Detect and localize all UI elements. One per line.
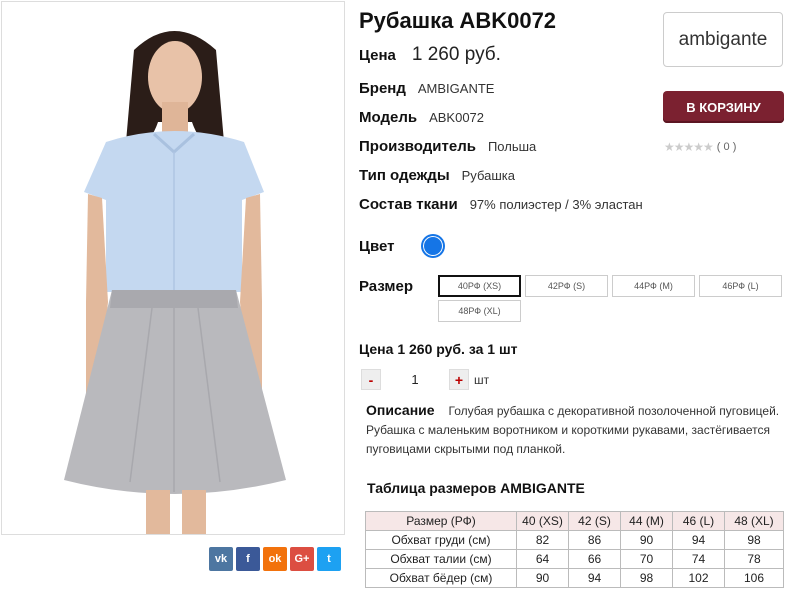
table-header-cell: Размер (РФ) (365, 511, 517, 531)
attribute-row-fabric: Состав ткани 97% полиэстер / 3% эластан (359, 196, 643, 213)
table-header-cell: 42 (S) (568, 511, 621, 531)
attribute-row-brand: Бренд AMBIGANTE (359, 80, 494, 97)
description: Описание Голубая рубашка с декоративной п… (366, 401, 786, 459)
attribute-row-manufacturer: Производитель Польша (359, 138, 536, 155)
attribute-label: Бренд (359, 80, 406, 97)
table-header-cell: 48 (XL) (724, 511, 784, 531)
table-cell: 98 (724, 530, 784, 550)
table-cell: 90 (516, 568, 569, 588)
product-photo[interactable] (1, 1, 345, 535)
odnoklassniki-share-icon[interactable]: ok (263, 547, 287, 571)
attribute-value: 97% полиэстер / 3% эластан (469, 197, 643, 212)
table-cell: 64 (516, 549, 569, 569)
table-cell: 94 (568, 568, 621, 588)
twitter-share-icon[interactable]: t (317, 547, 341, 571)
size-option-s[interactable]: 42РФ (S) (525, 275, 608, 297)
table-cell: 86 (568, 530, 621, 550)
quantity-increase-button[interactable]: + (449, 369, 469, 390)
size-option-m[interactable]: 44РФ (M) (612, 275, 695, 297)
attribute-value: Рубашка (461, 168, 515, 183)
social-share-bar: vk f ok G+ t (209, 547, 341, 571)
table-cell: 94 (672, 530, 725, 550)
brand-logo[interactable]: ambigante (663, 12, 783, 67)
table-cell: 74 (672, 549, 725, 569)
table-cell: 102 (672, 568, 725, 588)
table-cell: 66 (568, 549, 621, 569)
table-header-cell: 44 (M) (620, 511, 673, 531)
attribute-row-model: Модель ABK0072 (359, 109, 484, 126)
facebook-share-icon[interactable]: f (236, 547, 260, 571)
table-cell: 78 (724, 549, 784, 569)
table-cell: Обхват талии (см) (365, 549, 517, 569)
attribute-value: Польша (487, 139, 537, 154)
size-option-l[interactable]: 46РФ (L) (699, 275, 782, 297)
size-row: Размер (359, 278, 413, 295)
quantity-stepper: - 1 + шт (361, 369, 489, 390)
add-to-cart-button[interactable]: В КОРЗИНУ (663, 91, 784, 123)
table-header-cell: 40 (XS) (516, 511, 569, 531)
table-cell: 90 (620, 530, 673, 550)
price-label: Цена (359, 47, 396, 64)
product-image (2, 2, 344, 534)
price-value: 1 260 руб. (411, 44, 501, 65)
table-row: Обхват бёдер (см) 90 94 98 102 106 (365, 568, 784, 588)
unit-price: Цена 1 260 руб. за 1 шт (359, 341, 518, 357)
table-cell: 106 (724, 568, 784, 588)
size-option-xs[interactable]: 40РФ (XS) (438, 275, 521, 297)
quantity-unit: шт (474, 372, 490, 387)
table-cell: 98 (620, 568, 673, 588)
attribute-label: Состав ткани (359, 196, 458, 213)
rating[interactable]: ★★★★★ ( 0 ) (664, 140, 736, 154)
product-title: Рубашка ABK0072 (359, 8, 557, 33)
color-swatch[interactable] (421, 234, 445, 258)
table-row: Обхват талии (см) 64 66 70 74 78 (365, 549, 784, 569)
attribute-label: Модель (359, 109, 418, 126)
attribute-row-clothing-type: Тип одежды Рубашка (359, 167, 515, 184)
table-header-row: Размер (РФ) 40 (XS) 42 (S) 44 (M) 46 (L)… (365, 511, 784, 531)
table-row: Обхват груди (см) 82 86 90 94 98 (365, 530, 784, 550)
price-row: Цена 1 260 руб. (359, 44, 501, 66)
size-table-title: Таблица размеров AMBIGANTE (367, 480, 585, 496)
size-label: Размер (359, 278, 414, 295)
color-label: Цвет (359, 238, 395, 255)
size-table: Размер (РФ) 40 (XS) 42 (S) 44 (M) 46 (L)… (365, 511, 784, 588)
attribute-value: AMBIGANTE (417, 81, 495, 96)
attribute-label: Тип одежды (359, 167, 450, 184)
google-plus-share-icon[interactable]: G+ (290, 547, 314, 571)
table-cell: Обхват бёдер (см) (365, 568, 517, 588)
attribute-label: Производитель (359, 138, 476, 155)
table-cell: Обхват груди (см) (365, 530, 517, 550)
table-cell: 82 (516, 530, 569, 550)
quantity-input[interactable]: 1 (381, 372, 449, 387)
rating-count: ( 0 ) (716, 141, 737, 153)
table-cell: 70 (620, 549, 673, 569)
attribute-value: ABK0072 (429, 110, 485, 125)
rating-stars-icon[interactable]: ★★★★★ (664, 140, 714, 154)
color-row: Цвет (359, 238, 394, 255)
description-label: Описание (366, 402, 435, 418)
vk-share-icon[interactable]: vk (209, 547, 233, 571)
table-header-cell: 46 (L) (672, 511, 725, 531)
quantity-decrease-button[interactable]: - (361, 369, 381, 390)
size-option-xl[interactable]: 48РФ (XL) (438, 300, 521, 322)
